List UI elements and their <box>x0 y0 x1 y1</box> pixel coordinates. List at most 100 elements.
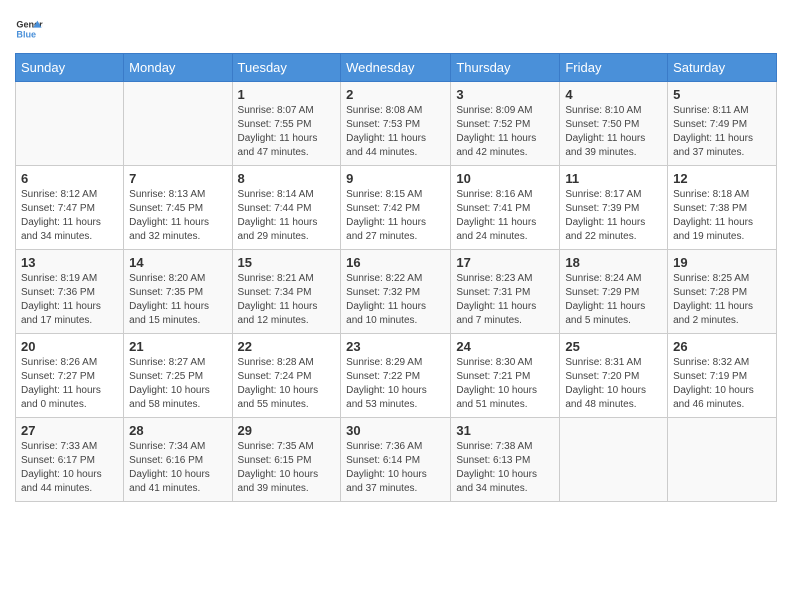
day-number: 25 <box>565 339 662 354</box>
calendar-week-4: 20 Sunrise: 8:26 AM Sunset: 7:27 PM Dayli… <box>16 334 777 418</box>
day-number: 26 <box>673 339 771 354</box>
header-thursday: Thursday <box>451 54 560 82</box>
header-tuesday: Tuesday <box>232 54 341 82</box>
header-saturday: Saturday <box>668 54 777 82</box>
day-number: 1 <box>238 87 336 102</box>
calendar-cell: 1 Sunrise: 8:07 AM Sunset: 7:55 PM Daylig… <box>232 82 341 166</box>
calendar-week-5: 27 Sunrise: 7:33 AM Sunset: 6:17 PM Dayli… <box>16 418 777 502</box>
calendar-cell: 30 Sunrise: 7:36 AM Sunset: 6:14 PM Dayli… <box>341 418 451 502</box>
day-info: Sunrise: 8:26 AM Sunset: 7:27 PM Dayligh… <box>21 356 118 412</box>
day-info: Sunrise: 8:27 AM Sunset: 7:25 PM Dayligh… <box>129 356 226 412</box>
calendar-cell: 29Sunrise: 7:35 AM Sunset: 6:15 PM Dayli… <box>232 418 341 502</box>
day-info: Sunrise: 7:34 AM Sunset: 6:16 PM Dayligh… <box>129 440 226 496</box>
calendar-cell: 16 Sunrise: 8:22 AM Sunset: 7:32 PM Dayli… <box>341 250 451 334</box>
calendar-cell: 10 Sunrise: 8:16 AM Sunset: 7:41 PM Dayli… <box>451 166 560 250</box>
calendar-cell: 3 Sunrise: 8:09 AM Sunset: 7:52 PM Daylig… <box>451 82 560 166</box>
calendar-week-2: 6 Sunrise: 8:12 AM Sunset: 7:47 PM Daylig… <box>16 166 777 250</box>
day-info: Sunrise: 8:08 AM Sunset: 7:53 PM Dayligh… <box>346 104 445 160</box>
day-number: 15 <box>238 255 336 270</box>
calendar-cell: 15 Sunrise: 8:21 AM Sunset: 7:34 PM Dayli… <box>232 250 341 334</box>
calendar-cell: 27 Sunrise: 7:33 AM Sunset: 6:17 PM Dayli… <box>16 418 124 502</box>
day-info: Sunrise: 8:07 AM Sunset: 7:55 PM Dayligh… <box>238 104 336 160</box>
calendar-cell: 6 Sunrise: 8:12 AM Sunset: 7:47 PM Daylig… <box>16 166 124 250</box>
day-number: 3 <box>456 87 554 102</box>
calendar-cell <box>124 82 232 166</box>
calendar-cell: 2 Sunrise: 8:08 AM Sunset: 7:53 PM Daylig… <box>341 82 451 166</box>
calendar-cell: 20 Sunrise: 8:26 AM Sunset: 7:27 PM Dayli… <box>16 334 124 418</box>
day-number: 20 <box>21 339 118 354</box>
calendar-cell: 11 Sunrise: 8:17 AM Sunset: 7:39 PM Dayli… <box>560 166 668 250</box>
day-info: Sunrise: 8:11 AM Sunset: 7:49 PM Dayligh… <box>673 104 771 160</box>
calendar-cell: 25Sunrise: 8:31 AM Sunset: 7:20 PM Dayli… <box>560 334 668 418</box>
day-number: 31 <box>456 423 554 438</box>
calendar-cell <box>560 418 668 502</box>
calendar-cell: 22Sunrise: 8:28 AM Sunset: 7:24 PM Dayli… <box>232 334 341 418</box>
day-info: Sunrise: 8:10 AM Sunset: 7:50 PM Dayligh… <box>565 104 662 160</box>
day-number: 27 <box>21 423 118 438</box>
day-info: Sunrise: 8:30 AM Sunset: 7:21 PM Dayligh… <box>456 356 554 412</box>
day-number: 16 <box>346 255 445 270</box>
day-number: 2 <box>346 87 445 102</box>
day-info: Sunrise: 7:36 AM Sunset: 6:14 PM Dayligh… <box>346 440 445 496</box>
day-number: 4 <box>565 87 662 102</box>
calendar-cell: 5Sunrise: 8:11 AM Sunset: 7:49 PM Daylig… <box>668 82 777 166</box>
day-info: Sunrise: 8:22 AM Sunset: 7:32 PM Dayligh… <box>346 272 445 328</box>
calendar-cell: 9 Sunrise: 8:15 AM Sunset: 7:42 PM Daylig… <box>341 166 451 250</box>
day-number: 13 <box>21 255 118 270</box>
header-friday: Friday <box>560 54 668 82</box>
day-info: Sunrise: 8:09 AM Sunset: 7:52 PM Dayligh… <box>456 104 554 160</box>
calendar-cell: 17 Sunrise: 8:23 AM Sunset: 7:31 PM Dayli… <box>451 250 560 334</box>
day-info: Sunrise: 8:23 AM Sunset: 7:31 PM Dayligh… <box>456 272 554 328</box>
day-info: Sunrise: 8:18 AM Sunset: 7:38 PM Dayligh… <box>673 188 771 244</box>
day-number: 24 <box>456 339 554 354</box>
day-number: 10 <box>456 171 554 186</box>
header-wednesday: Wednesday <box>341 54 451 82</box>
day-info: Sunrise: 7:38 AM Sunset: 6:13 PM Dayligh… <box>456 440 554 496</box>
calendar-cell: 21 Sunrise: 8:27 AM Sunset: 7:25 PM Dayli… <box>124 334 232 418</box>
calendar-cell: 8Sunrise: 8:14 AM Sunset: 7:44 PM Daylig… <box>232 166 341 250</box>
day-info: Sunrise: 8:19 AM Sunset: 7:36 PM Dayligh… <box>21 272 118 328</box>
svg-text:Blue: Blue <box>16 29 36 39</box>
calendar-cell: 31 Sunrise: 7:38 AM Sunset: 6:13 PM Dayli… <box>451 418 560 502</box>
day-number: 7 <box>129 171 226 186</box>
day-number: 12 <box>673 171 771 186</box>
day-number: 21 <box>129 339 226 354</box>
calendar-week-1: 1 Sunrise: 8:07 AM Sunset: 7:55 PM Daylig… <box>16 82 777 166</box>
calendar-week-3: 13 Sunrise: 8:19 AM Sunset: 7:36 PM Dayli… <box>16 250 777 334</box>
calendar-cell: 26Sunrise: 8:32 AM Sunset: 7:19 PM Dayli… <box>668 334 777 418</box>
day-number: 11 <box>565 171 662 186</box>
calendar-cell: 18Sunrise: 8:24 AM Sunset: 7:29 PM Dayli… <box>560 250 668 334</box>
calendar-cell: 4 Sunrise: 8:10 AM Sunset: 7:50 PM Daylig… <box>560 82 668 166</box>
day-number: 29 <box>238 423 336 438</box>
day-number: 19 <box>673 255 771 270</box>
day-info: Sunrise: 8:24 AM Sunset: 7:29 PM Dayligh… <box>565 272 662 328</box>
day-info: Sunrise: 8:21 AM Sunset: 7:34 PM Dayligh… <box>238 272 336 328</box>
day-info: Sunrise: 8:12 AM Sunset: 7:47 PM Dayligh… <box>21 188 118 244</box>
calendar-cell: 19 Sunrise: 8:25 AM Sunset: 7:28 PM Dayli… <box>668 250 777 334</box>
day-info: Sunrise: 8:25 AM Sunset: 7:28 PM Dayligh… <box>673 272 771 328</box>
calendar-cell: 13 Sunrise: 8:19 AM Sunset: 7:36 PM Dayli… <box>16 250 124 334</box>
day-number: 6 <box>21 171 118 186</box>
calendar-cell <box>668 418 777 502</box>
calendar-cell: 12 Sunrise: 8:18 AM Sunset: 7:38 PM Dayli… <box>668 166 777 250</box>
calendar-cell: 24 Sunrise: 8:30 AM Sunset: 7:21 PM Dayli… <box>451 334 560 418</box>
page-header: General Blue <box>15 15 777 43</box>
calendar-cell: 14Sunrise: 8:20 AM Sunset: 7:35 PM Dayli… <box>124 250 232 334</box>
day-info: Sunrise: 8:17 AM Sunset: 7:39 PM Dayligh… <box>565 188 662 244</box>
day-number: 9 <box>346 171 445 186</box>
day-info: Sunrise: 8:16 AM Sunset: 7:41 PM Dayligh… <box>456 188 554 244</box>
calendar-cell: 7 Sunrise: 8:13 AM Sunset: 7:45 PM Daylig… <box>124 166 232 250</box>
day-number: 17 <box>456 255 554 270</box>
day-info: Sunrise: 7:33 AM Sunset: 6:17 PM Dayligh… <box>21 440 118 496</box>
day-number: 14 <box>129 255 226 270</box>
calendar-header-row: SundayMondayTuesdayWednesdayThursdayFrid… <box>16 54 777 82</box>
calendar-cell <box>16 82 124 166</box>
day-number: 22 <box>238 339 336 354</box>
day-info: Sunrise: 8:13 AM Sunset: 7:45 PM Dayligh… <box>129 188 226 244</box>
day-number: 28 <box>129 423 226 438</box>
day-number: 30 <box>346 423 445 438</box>
calendar-cell: 28 Sunrise: 7:34 AM Sunset: 6:16 PM Dayli… <box>124 418 232 502</box>
header-monday: Monday <box>124 54 232 82</box>
day-info: Sunrise: 8:29 AM Sunset: 7:22 PM Dayligh… <box>346 356 445 412</box>
day-info: Sunrise: 8:15 AM Sunset: 7:42 PM Dayligh… <box>346 188 445 244</box>
